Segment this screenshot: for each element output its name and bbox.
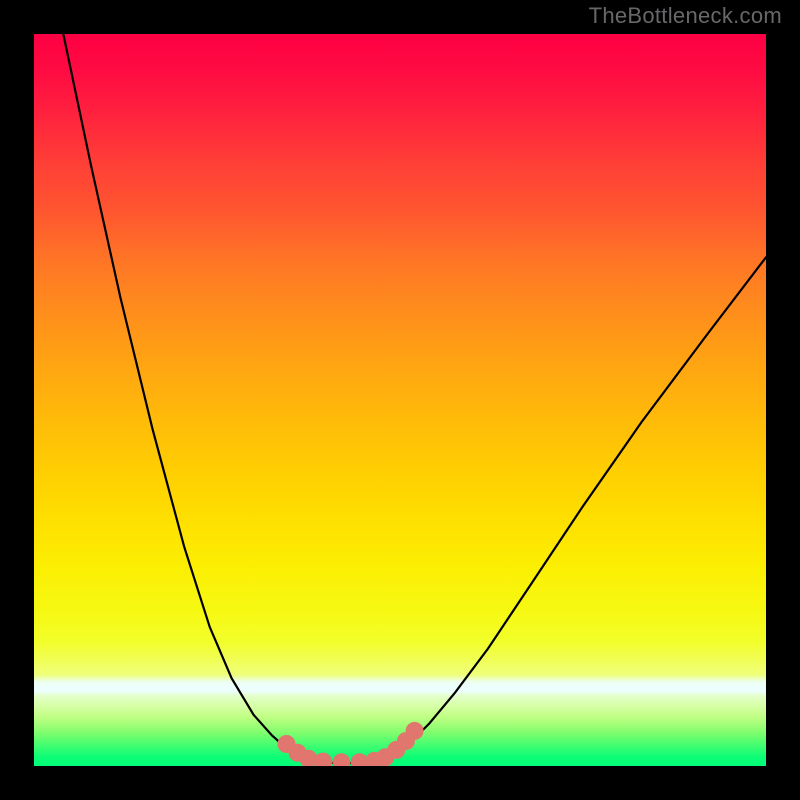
chart-marker-dot	[332, 753, 350, 766]
outer-frame: TheBottleneck.com	[0, 0, 800, 800]
watermark-text: TheBottleneck.com	[589, 3, 782, 29]
chart-marker-dot	[314, 753, 332, 766]
chart-marker-dot	[406, 722, 424, 740]
chart-svg	[34, 34, 766, 766]
chart-plot-area	[34, 34, 766, 766]
chart-curve	[63, 34, 766, 763]
chart-marker-group	[278, 722, 424, 766]
chart-curve-group	[63, 34, 766, 763]
